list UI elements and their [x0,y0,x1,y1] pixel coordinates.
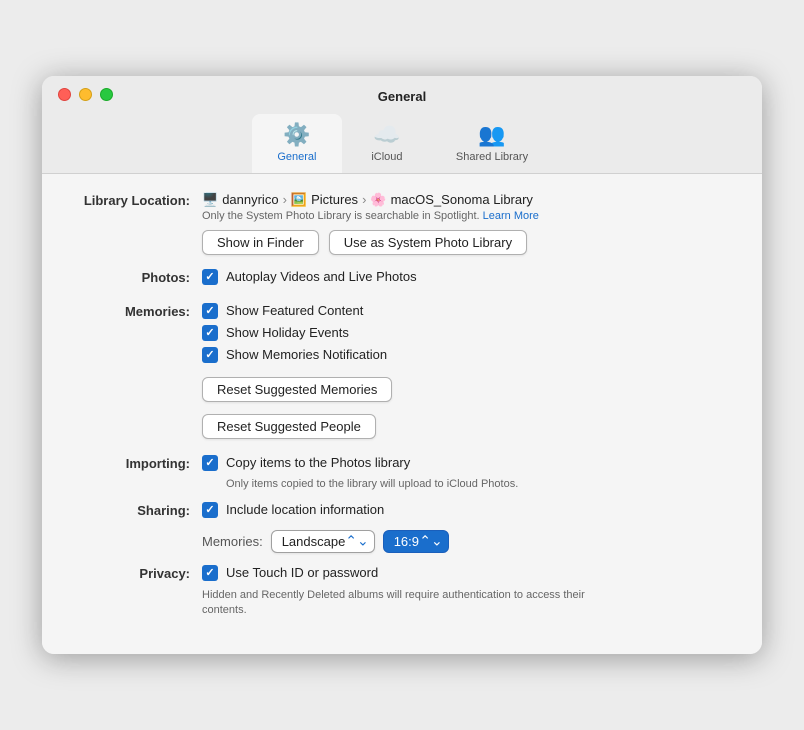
spotlight-note: Only the System Photo Library is searcha… [202,210,732,222]
sharing-row: Sharing: Include location information Me… [72,502,732,553]
general-icon: ⚙️ [283,122,310,148]
show-in-finder-button[interactable]: Show in Finder [202,230,319,255]
content-area: Library Location: 🖥️ dannyrico › 🖼️ Pict… [42,174,762,655]
use-as-system-button[interactable]: Use as System Photo Library [329,230,527,255]
copy-checkbox[interactable] [202,455,218,471]
memories-label: Memories: [72,303,202,319]
sharing-label: Sharing: [72,502,202,518]
tab-shared-library[interactable]: 👥 Shared Library [432,114,552,173]
privacy-content: Use Touch ID or password Hidden and Rece… [202,565,732,619]
tab-general-label: General [277,151,316,163]
library-location-content: 🖥️ dannyrico › 🖼️ Pictures › 🌸 macOS_Son… [202,192,732,259]
importing-label: Importing: [72,455,202,471]
breadcrumb-user: dannyrico [222,192,278,207]
touch-id-label: Use Touch ID or password [226,565,378,580]
photos-row: Photos: Autoplay Videos and Live Photos [72,269,732,291]
people-button-row: Reset Suggested People [202,414,732,439]
holiday-label: Show Holiday Events [226,325,349,340]
breadcrumb-library: macOS_Sonoma Library [391,192,533,207]
privacy-row: Privacy: Use Touch ID or password Hidden… [72,565,732,619]
featured-label: Show Featured Content [226,303,363,318]
memories-row: Memories: Show Featured Content Show Hol… [72,303,732,443]
privacy-label: Privacy: [72,565,202,581]
sharing-memories-sublabel: Memories: [202,534,263,549]
shared-library-icon: 👥 [478,122,505,148]
holiday-checkbox[interactable] [202,325,218,341]
importing-row: Importing: Copy items to the Photos libr… [72,455,732,490]
toolbar: ⚙️ General ☁️ iCloud 👥 Shared Library [252,114,552,173]
learn-more-link[interactable]: Learn More [483,210,539,222]
memories-button-row: Reset Suggested Memories [202,377,732,402]
featured-checkbox[interactable] [202,303,218,319]
autoplay-checkbox[interactable] [202,269,218,285]
location-checkbox[interactable] [202,502,218,518]
copy-label: Copy items to the Photos library [226,455,410,470]
reset-memories-button[interactable]: Reset Suggested Memories [202,377,392,402]
icloud-icon: ☁️ [373,122,400,148]
notification-checkbox[interactable] [202,347,218,363]
orientation-select[interactable]: Landscape Portrait Square [271,530,375,553]
orientation-select-wrapper: Landscape Portrait Square ⌃⌄ [271,530,375,553]
breadcrumb-item-user: 🖥️ dannyrico [202,192,279,208]
user-folder-icon: 🖥️ [202,192,218,208]
autoplay-label: Autoplay Videos and Live Photos [226,269,417,284]
memories-content: Show Featured Content Show Holiday Event… [202,303,732,443]
tab-shared-library-label: Shared Library [456,151,528,163]
window-title: General [58,89,746,104]
touch-id-subtext: Hidden and Recently Deleted albums will … [202,588,632,619]
tab-icloud-label: iCloud [371,151,402,163]
library-location-label: Library Location: [72,192,202,208]
photos-content: Autoplay Videos and Live Photos [202,269,732,291]
sharing-memories-row: Memories: Landscape Portrait Square ⌃⌄ 1… [202,530,732,553]
sharing-content: Include location information Memories: L… [202,502,732,553]
copy-checkbox-row: Copy items to the Photos library [202,455,732,471]
notification-label: Show Memories Notification [226,347,387,362]
main-window: General ⚙️ General ☁️ iCloud 👥 Shared Li… [42,76,762,655]
importing-content: Copy items to the Photos library Only it… [202,455,732,490]
touch-id-checkbox[interactable] [202,565,218,581]
breadcrumb-pictures: Pictures [311,192,358,207]
featured-checkbox-row: Show Featured Content [202,303,732,319]
location-label: Include location information [226,502,384,517]
photos-label: Photos: [72,269,202,285]
notification-checkbox-row: Show Memories Notification [202,347,732,363]
library-icon: 🌸 [370,192,386,208]
library-location-row: Library Location: 🖥️ dannyrico › 🖼️ Pict… [72,192,732,259]
breadcrumb-item-pictures: 🖼️ Pictures [291,192,358,208]
library-button-row: Show in Finder Use as System Photo Libra… [202,230,732,255]
holiday-checkbox-row: Show Holiday Events [202,325,732,341]
breadcrumb: 🖥️ dannyrico › 🖼️ Pictures › 🌸 macOS_Son… [202,192,732,208]
breadcrumb-item-library: 🌸 macOS_Sonoma Library [370,192,533,208]
ratio-select[interactable]: 16:9 4:3 1:1 [383,530,449,553]
ratio-select-wrapper: 16:9 4:3 1:1 ⌃⌄ [383,530,449,553]
titlebar: General ⚙️ General ☁️ iCloud 👥 Shared Li… [42,76,762,174]
tab-general[interactable]: ⚙️ General [252,114,342,173]
reset-people-button[interactable]: Reset Suggested People [202,414,376,439]
touch-id-checkbox-row: Use Touch ID or password [202,565,732,581]
pictures-folder-icon: 🖼️ [291,192,307,208]
location-checkbox-row: Include location information [202,502,732,518]
copy-subtext: Only items copied to the library will up… [226,478,732,490]
tab-icloud[interactable]: ☁️ iCloud [342,114,432,173]
autoplay-checkbox-row: Autoplay Videos and Live Photos [202,269,732,285]
